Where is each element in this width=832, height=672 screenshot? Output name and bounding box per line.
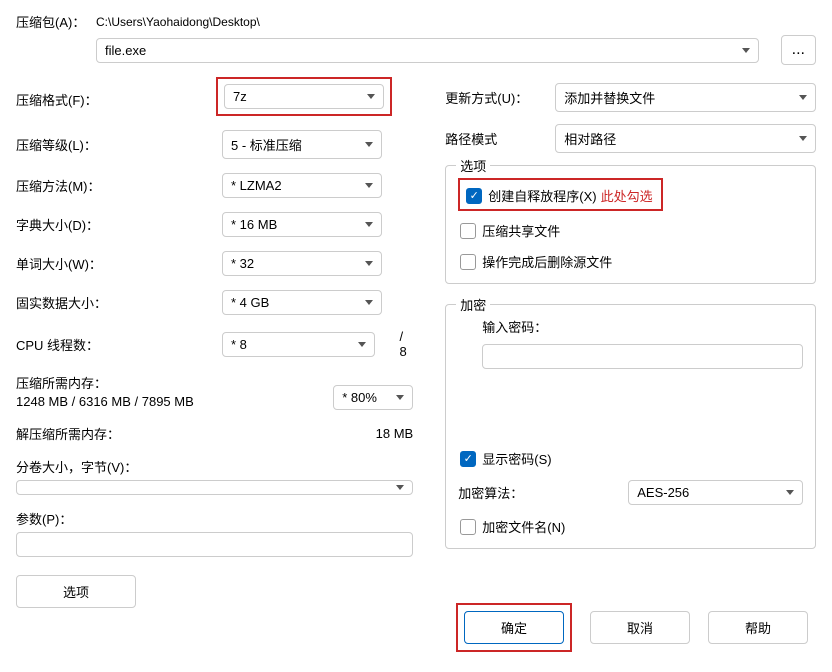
sfx-checkbox[interactable]: ✓ [466, 188, 482, 204]
enc-names-label: 加密文件名(N) [482, 517, 565, 536]
level-value: 5 - 标准压缩 [231, 135, 302, 154]
solid-select[interactable]: * 4 GB [222, 290, 382, 315]
chevron-down-icon [799, 136, 807, 141]
shared-checkbox[interactable] [460, 223, 476, 239]
enc-password-label: 输入密码： [482, 317, 803, 336]
shared-label: 压缩共享文件 [482, 221, 560, 240]
enc-algo-select[interactable]: AES-256 [628, 480, 803, 505]
dict-value: * 16 MB [231, 217, 277, 232]
mem-comp-label: 压缩所需内存： [16, 373, 333, 392]
encryption-legend: 加密 [456, 295, 490, 314]
options-button[interactable]: 选项 [16, 575, 136, 608]
help-button[interactable]: 帮助 [708, 611, 808, 644]
mem-comp-values: 1248 MB / 6316 MB / 7895 MB [16, 394, 333, 409]
format-label: 压缩格式(F)： [16, 90, 146, 109]
method-value: * LZMA2 [231, 178, 282, 193]
level-select[interactable]: 5 - 标准压缩 [222, 130, 382, 159]
cpu-select[interactable]: * 8 [222, 332, 375, 357]
archive-label: 压缩包(A)： [16, 12, 96, 31]
ok-button[interactable]: 确定 [464, 611, 564, 644]
cpu-value: * 8 [231, 337, 247, 352]
level-label: 压缩等级(L)： [16, 135, 146, 154]
chevron-down-icon [799, 95, 807, 100]
enc-names-checkbox[interactable] [460, 519, 476, 535]
format-value: 7z [233, 89, 247, 104]
chevron-down-icon [786, 490, 794, 495]
solid-value: * 4 GB [231, 295, 269, 310]
mem-percent-select[interactable]: * 80% [333, 385, 413, 410]
chevron-down-icon [742, 48, 750, 53]
delete-label: 操作完成后删除源文件 [482, 252, 612, 271]
solid-label: 固实数据大小： [16, 293, 146, 312]
cancel-button[interactable]: 取消 [590, 611, 690, 644]
method-select[interactable]: * LZMA2 [222, 173, 382, 198]
chevron-down-icon [358, 342, 366, 347]
chevron-down-icon [365, 142, 373, 147]
pathmode-label: 路径模式 [445, 129, 555, 148]
cpu-total: / 8 [399, 329, 413, 359]
split-select[interactable] [16, 480, 413, 495]
word-select[interactable]: * 32 [222, 251, 382, 276]
method-label: 压缩方法(M)： [16, 176, 146, 195]
enc-password-input[interactable] [482, 344, 803, 369]
pathmode-value: 相对路径 [564, 129, 616, 148]
params-label: 参数(P)： [16, 509, 413, 528]
dict-select[interactable]: * 16 MB [222, 212, 382, 237]
word-value: * 32 [231, 256, 254, 271]
update-value: 添加并替换文件 [564, 88, 655, 107]
chevron-down-icon [365, 300, 373, 305]
chevron-down-icon [396, 395, 404, 400]
mem-percent-value: * 80% [342, 390, 377, 405]
show-password-label: 显示密码(S) [482, 449, 551, 468]
options-legend: 选项 [456, 156, 490, 175]
mem-decomp-label: 解压缩所需内存： [16, 424, 376, 443]
browse-button[interactable]: ... [781, 35, 816, 65]
archive-path: C:\Users\Yaohaidong\Desktop\ [96, 15, 260, 29]
sfx-highlight-box: ✓ 创建自释放程序(X) 此处勾选 [458, 178, 662, 211]
params-input[interactable] [16, 532, 413, 557]
mem-decomp-value: 18 MB [376, 426, 414, 441]
sfx-label: 创建自释放程序(X) [488, 186, 596, 205]
chevron-down-icon [365, 183, 373, 188]
dict-label: 字典大小(D)： [16, 215, 146, 234]
update-label: 更新方式(U)： [445, 88, 555, 107]
enc-algo-value: AES-256 [637, 485, 689, 500]
chevron-down-icon [365, 261, 373, 266]
update-select[interactable]: 添加并替换文件 [555, 83, 816, 112]
sfx-note: 此处勾选 [601, 186, 653, 205]
show-password-checkbox[interactable]: ✓ [460, 451, 476, 467]
archive-file-value: file.exe [105, 43, 146, 58]
cpu-label: CPU 线程数： [16, 335, 146, 354]
chevron-down-icon [367, 94, 375, 99]
delete-checkbox[interactable] [460, 254, 476, 270]
word-label: 单词大小(W)： [16, 254, 146, 273]
format-select[interactable]: 7z [224, 84, 384, 109]
chevron-down-icon [365, 222, 373, 227]
pathmode-select[interactable]: 相对路径 [555, 124, 816, 153]
archive-file-select[interactable]: file.exe [96, 38, 759, 63]
split-label: 分卷大小，字节(V)： [16, 457, 413, 476]
chevron-down-icon [396, 485, 404, 490]
enc-algo-label: 加密算法： [458, 483, 568, 502]
